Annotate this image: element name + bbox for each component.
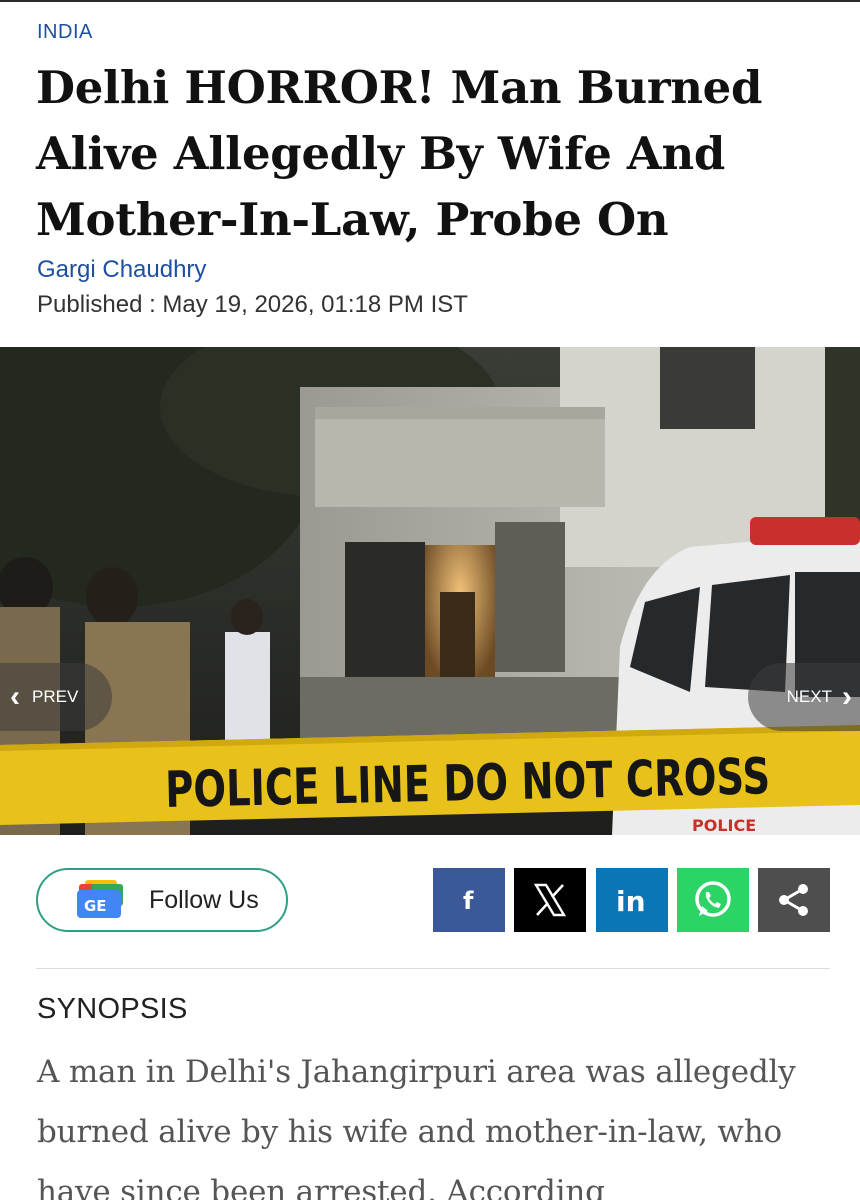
article-headline: Delhi HORROR! Man Burned Alive Allegedly… xyxy=(36,61,763,246)
published-date: Published : May 19, 2026, 01:18 PM IST xyxy=(37,291,468,318)
hero-photo: POLICE POLICE LINE DO NOT CROSS xyxy=(0,347,860,835)
x-share-button[interactable] xyxy=(514,868,586,932)
chevron-right-icon: › xyxy=(842,680,852,713)
linkedin-share-button[interactable]: in xyxy=(596,868,668,932)
chevron-left-icon: ‹ xyxy=(10,680,20,713)
category-label[interactable]: INDIA xyxy=(37,21,93,44)
divider xyxy=(36,968,830,969)
whatsapp-icon xyxy=(695,881,731,917)
hero-image: POLICE POLICE LINE DO NOT CROSS xyxy=(0,347,860,835)
share-button[interactable] xyxy=(758,868,830,932)
next-label: NEXT xyxy=(786,687,832,706)
linkedin-icon: in xyxy=(616,885,646,915)
prev-label: PREV xyxy=(32,687,79,706)
next-button[interactable]: NEXT › xyxy=(748,663,860,731)
follow-us-label: Follow Us xyxy=(149,885,259,914)
facebook-icon-text: f xyxy=(463,887,474,915)
author-link[interactable]: Gargi Chaudhry xyxy=(37,256,206,284)
top-border xyxy=(0,0,860,2)
synopsis-heading: SYNOPSIS xyxy=(37,993,188,1025)
linkedin-icon-text: in xyxy=(616,885,646,915)
google-news-icon: GE xyxy=(75,880,127,920)
whatsapp-share-button[interactable] xyxy=(677,868,749,932)
facebook-icon: f xyxy=(463,887,474,915)
x-icon xyxy=(533,883,567,917)
follow-us-button[interactable]: GE Follow Us xyxy=(36,868,288,932)
share-icon xyxy=(779,884,808,916)
vehicle-text: POLICE xyxy=(692,816,756,835)
google-news-icon-text: GE xyxy=(84,897,107,915)
synopsis-text: A man in Delhi's Jahangirpuri area was a… xyxy=(37,1054,796,1200)
prev-button[interactable]: ‹ PREV xyxy=(0,663,112,731)
facebook-share-button[interactable]: f xyxy=(433,868,505,932)
